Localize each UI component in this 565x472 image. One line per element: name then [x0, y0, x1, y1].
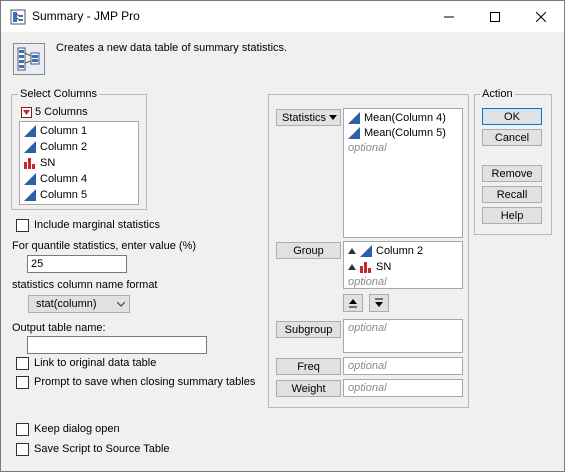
statistics-optional-placeholder: optional — [348, 142, 387, 154]
subgroup-optional-placeholder: optional — [348, 322, 387, 334]
summary-dialog: Summary - JMP Pro Creates a new data tab… — [0, 0, 565, 472]
continuous-icon — [360, 245, 372, 257]
quantile-label: For quantile statistics, enter value (%) — [12, 240, 197, 252]
statistics-drop-zone[interactable]: Mean(Column 4) Mean(Column 5) optional — [343, 108, 463, 238]
sort-ascending-icon — [348, 248, 356, 254]
subgroup-button[interactable]: Subgroup — [276, 321, 341, 338]
keep-dialog-open-checkbox[interactable] — [16, 423, 29, 436]
ok-button[interactable]: OK — [482, 108, 542, 125]
remove-button[interactable]: Remove — [482, 165, 542, 182]
title-bar: Summary - JMP Pro — [1, 1, 564, 32]
list-item[interactable]: Mean(Column 5) — [348, 125, 446, 141]
freq-optional-placeholder: optional — [348, 360, 387, 372]
window-title: Summary - JMP Pro — [32, 9, 140, 23]
include-marginal-checkbox[interactable] — [16, 219, 29, 232]
group-drop-zone[interactable]: Column 2 SN optional — [343, 241, 463, 289]
prompt-save-label: Prompt to save when closing summary tabl… — [34, 376, 256, 388]
link-original-label: Link to original data table — [34, 357, 157, 369]
list-item[interactable]: Column 2 — [24, 139, 87, 155]
subgroup-drop-zone[interactable]: optional — [343, 319, 463, 353]
close-button[interactable] — [518, 1, 564, 32]
nominal-icon — [24, 158, 35, 169]
column-name-format-select[interactable]: stat(column) — [28, 295, 130, 313]
list-item[interactable]: Column 1 — [24, 123, 87, 139]
red-triangle-menu-icon[interactable] — [21, 106, 32, 118]
continuous-icon — [24, 189, 36, 201]
continuous-icon — [24, 125, 36, 137]
list-item[interactable]: Mean(Column 4) — [348, 110, 446, 126]
cancel-button[interactable]: Cancel — [482, 129, 542, 146]
minimize-button[interactable] — [426, 1, 472, 32]
help-button[interactable]: Help — [482, 207, 542, 224]
output-table-name-input[interactable] — [27, 336, 207, 354]
dropdown-arrow-icon — [329, 115, 337, 120]
continuous-icon — [24, 173, 36, 185]
sort-ascending-icon — [349, 299, 357, 308]
include-marginal-label: Include marginal statistics — [34, 219, 160, 231]
statistics-button[interactable]: Statistics — [276, 109, 341, 126]
sort-descending-button[interactable] — [369, 294, 389, 312]
columns-count-menu[interactable]: 5 Columns — [21, 106, 88, 118]
select-columns-title: Select Columns — [18, 88, 100, 100]
chevron-down-icon — [117, 302, 125, 307]
continuous-icon — [348, 112, 360, 124]
continuous-icon — [348, 127, 360, 139]
list-item[interactable]: SN — [24, 155, 55, 171]
sort-ascending-button[interactable] — [343, 294, 363, 312]
column-name-format-value: stat(column) — [36, 298, 97, 310]
weight-button[interactable]: Weight — [276, 380, 341, 397]
list-item[interactable]: Column 5 — [24, 187, 87, 203]
continuous-icon — [24, 141, 36, 153]
quantile-input[interactable]: 25 — [27, 255, 127, 273]
recall-button[interactable]: Recall — [482, 186, 542, 203]
freq-button[interactable]: Freq — [276, 358, 341, 375]
save-script-label: Save Script to Source Table — [34, 443, 170, 455]
save-script-checkbox[interactable] — [16, 443, 29, 456]
dialog-description: Creates a new data table of summary stat… — [56, 42, 288, 54]
freq-drop-zone[interactable]: optional — [343, 357, 463, 375]
sort-ascending-icon — [348, 264, 356, 270]
keep-dialog-open-label: Keep dialog open — [34, 423, 120, 435]
group-button[interactable]: Group — [276, 242, 341, 259]
summary-platform-icon — [13, 43, 45, 75]
link-original-checkbox[interactable] — [16, 357, 29, 370]
sort-descending-icon — [375, 298, 383, 307]
output-table-name-label: Output table name: — [12, 322, 106, 334]
columns-count-label: 5 Columns — [35, 106, 88, 118]
jmp-app-icon — [10, 9, 26, 25]
prompt-save-checkbox[interactable] — [16, 376, 29, 389]
close-icon — [536, 11, 546, 22]
nominal-icon — [360, 262, 371, 273]
list-item[interactable]: Column 2 — [348, 243, 423, 259]
minimize-icon — [444, 16, 454, 17]
group-optional-placeholder: optional — [348, 276, 387, 288]
list-item[interactable]: SN — [348, 259, 391, 275]
weight-drop-zone[interactable]: optional — [343, 379, 463, 397]
columns-listbox[interactable]: Column 1 Column 2 SN Column 4 Column 5 — [19, 121, 139, 205]
maximize-icon — [490, 11, 500, 22]
column-name-format-label: statistics column name format — [12, 279, 158, 291]
maximize-button[interactable] — [472, 1, 518, 32]
action-title: Action — [480, 88, 515, 100]
list-item[interactable]: Column 4 — [24, 171, 87, 187]
weight-optional-placeholder: optional — [348, 382, 387, 394]
